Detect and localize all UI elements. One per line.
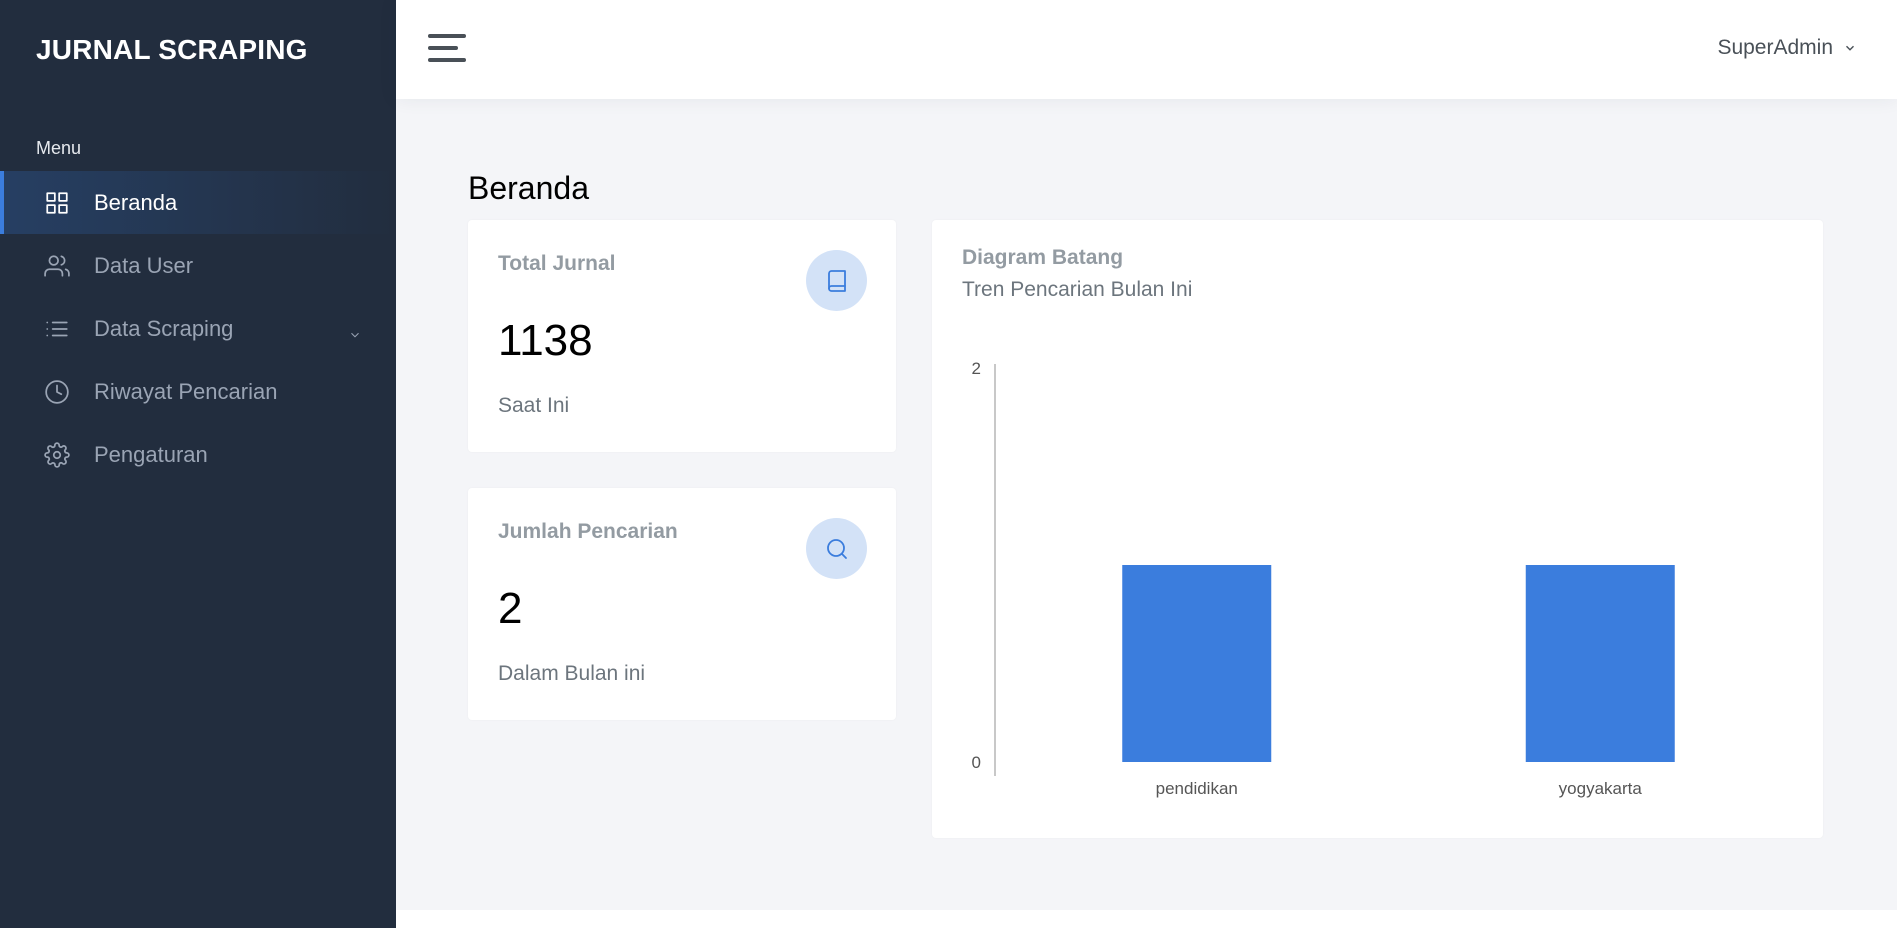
x-tick-label: yogyakarta <box>1559 779 1643 798</box>
stat-value: 2 <box>498 584 523 633</box>
stat-value: 1138 <box>498 316 593 365</box>
page-title: Beranda <box>468 170 589 206</box>
brand-title[interactable]: JURNAL SCRAPING <box>36 34 308 66</box>
stat-title: Total Jurnal <box>498 252 616 275</box>
sidebar-item-label: Riwayat Pencarian <box>94 378 278 404</box>
y-tick-label: 2 <box>972 359 981 378</box>
bar-chart: 0 2 pendidikan yogyakarta <box>972 359 1675 798</box>
sidebar-toggle-button[interactable] <box>428 34 466 64</box>
chevron-down-icon <box>1846 45 1854 51</box>
y-tick-label: 0 <box>972 753 981 772</box>
hamburger-line <box>428 46 458 50</box>
clock-icon <box>44 379 70 405</box>
stat-card-total-jurnal: Total Jurnal 1138 Saat Ini <box>468 220 896 452</box>
book-icon <box>806 250 867 311</box>
list-icon <box>44 316 70 342</box>
sidebar-item-label: Pengaturan <box>94 441 208 467</box>
sidebar-item-label: Data Scraping <box>94 315 234 341</box>
sidebar: JURNAL SCRAPING Menu Beranda Data User D… <box>0 0 396 928</box>
stat-caption: Saat Ini <box>498 394 570 417</box>
sidebar-item-label: Beranda <box>94 189 178 215</box>
sidebar-item-label: Data User <box>94 252 194 278</box>
gear-icon <box>44 441 70 468</box>
menu-section-label: Menu <box>36 138 82 158</box>
user-name: SuperAdmin <box>1717 36 1833 59</box>
sidebar-item-riwayat-pencarian[interactable]: Riwayat Pencarian <box>0 360 396 423</box>
sidebar-item-pengaturan[interactable]: Pengaturan <box>0 423 396 486</box>
stat-title: Jumlah Pencarian <box>498 520 678 543</box>
sidebar-nav: Beranda Data User Data Scraping Riwayat … <box>0 171 396 486</box>
stat-card-jumlah-pencarian: Jumlah Pencarian 2 Dalam Bulan ini <box>468 488 896 720</box>
hamburger-line <box>428 58 466 62</box>
chart-bar <box>1525 565 1675 762</box>
users-icon <box>44 253 70 279</box>
search-icon <box>806 518 867 579</box>
sidebar-item-beranda[interactable]: Beranda <box>0 171 396 234</box>
sidebar-item-data-user[interactable]: Data User <box>0 234 396 297</box>
x-tick-label: pendidikan <box>1156 779 1238 798</box>
stat-caption: Dalam Bulan ini <box>498 662 646 685</box>
grid-icon <box>44 190 70 216</box>
chart-bar <box>1122 565 1272 762</box>
user-menu[interactable]: SuperAdmin <box>1717 36 1857 60</box>
chart-card: Diagram Batang Tren Pencarian Bulan Ini … <box>932 220 1823 838</box>
topbar: SuperAdmin <box>396 0 1897 99</box>
footer <box>396 910 1897 928</box>
sidebar-item-data-scraping[interactable]: Data Scraping <box>0 297 396 360</box>
hamburger-line <box>428 34 466 38</box>
chevron-down-icon[interactable] <box>348 322 362 338</box>
